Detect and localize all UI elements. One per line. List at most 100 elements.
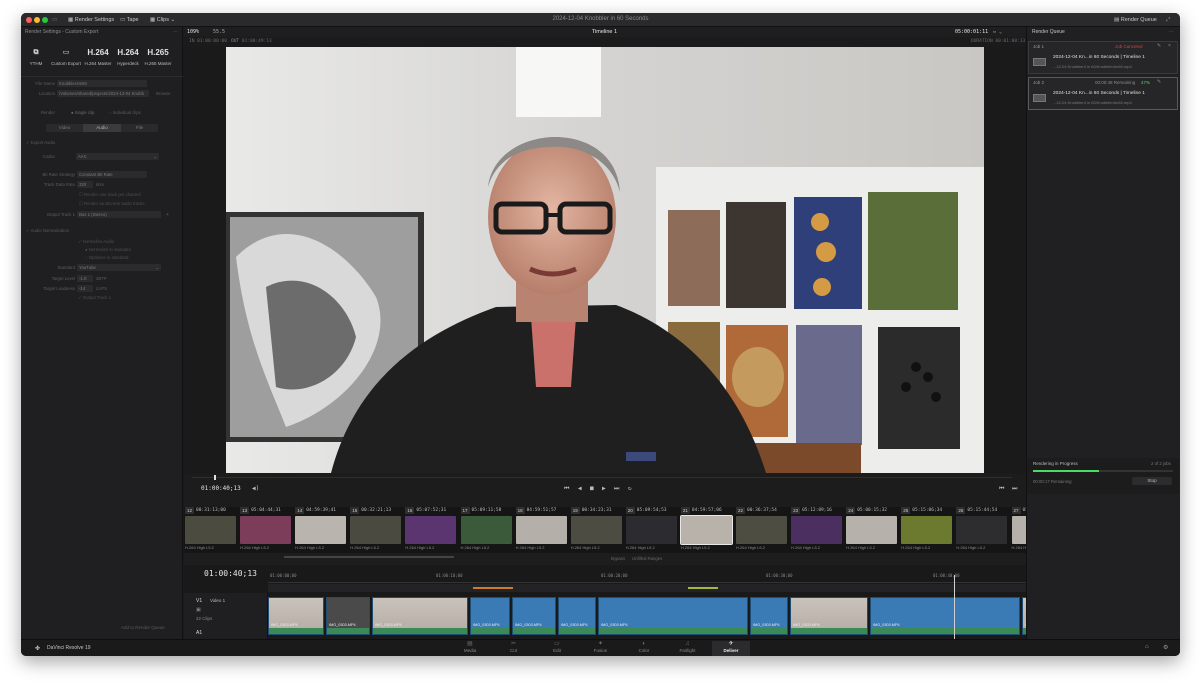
page-tab-color[interactable]: ◐ Color [625,641,663,656]
edit-icon[interactable]: ✎ [1157,79,1161,85]
clip-thumbnail-image [625,516,677,544]
clip-thumbnail[interactable]: 13 05:04:44;31 H.264 High L5.2 [239,507,294,553]
loop-icon[interactable]: ↻ [628,485,632,492]
clip-thumbnail[interactable]: 26 05:15:44;54 H.264 High L5.2 [955,507,1010,553]
scrubber-playhead[interactable] [214,475,216,480]
render-job-2[interactable]: Job 2 00:00:48 Remaining 47% ✎ 2024-12-0… [1028,77,1178,110]
clip-thumbnail[interactable]: 17 05:09:11;58 H.264 High L5.2 [460,507,515,553]
stop-render-button[interactable]: Stop [1132,477,1172,485]
add-to-render-queue-button[interactable]: Add to Render Queue [121,625,165,630]
page-tab-media[interactable]: ▤ Media [451,641,489,656]
clip-thumbnail[interactable]: 24 05:00:15;32 H.264 High L5.2 [845,507,900,553]
clip-thumbnail[interactable]: 18 04:59:51;57 H.264 High L5.2 [515,507,570,553]
audio-waveform [871,628,1019,634]
output-track-select[interactable]: Bus 1 (Stereo) [77,211,161,218]
individual-clips-radio[interactable]: ○ Individual clips [109,109,141,117]
play-reverse-icon[interactable]: ◀ [578,485,582,492]
lock-icon[interactable]: ▣ [196,607,201,613]
play-icon[interactable]: ▶ [602,485,606,492]
page-tab-deliver[interactable]: ✈ Deliver [712,641,750,656]
page-tab-fairlight[interactable]: ♫ Fairlight [669,641,707,656]
timeline-clip[interactable]: IMG_0303.MP4 [512,597,556,635]
clip-thumbnail[interactable]: 15 00:32:21;13 H.264 High L5.2 [349,507,404,553]
viewer-options-icon[interactable]: ▭ ⌄ [993,29,1002,35]
viewer-timeline-name[interactable]: Timeline 1 [183,29,1026,35]
timeline-playhead[interactable] [954,575,955,639]
page-tab-fusion[interactable]: ✦ Fusion [582,641,620,656]
scrubber-track[interactable] [192,477,1012,478]
page-tab-edit[interactable]: ▭ Edit [538,641,576,656]
render-job-1[interactable]: Job 1 Job Canceled ✎ × 2024-12-04 Kn...i… [1028,41,1178,74]
export-audio-checkbox[interactable]: ✓ Export Audio [26,140,55,146]
clip-thumbnail[interactable]: 23 05:12:09;16 H.264 High L5.2 [790,507,845,553]
tab-file[interactable]: File [121,124,158,132]
progress-bar [1033,470,1173,472]
home-icon[interactable]: ⌂ [1145,644,1149,650]
codec-select[interactable]: AAC ⌄ [76,153,159,160]
render-discrete-audio-checkbox[interactable]: ☐ Render as discrete audio tracks [79,201,144,207]
clip-thumbnail[interactable]: 21 04:59:57;06 H.264 High L5.2 [679,507,735,553]
next-frame-icon[interactable]: ⏭ [1012,485,1017,493]
video-preview[interactable] [226,47,984,473]
clip-thumbnail[interactable]: 19 00:34:23;31 H.264 High L5.2 [570,507,625,553]
timeline-clip[interactable]: IMG_0303.MP4 [268,597,324,635]
optimize-to-standard-radio[interactable]: ○ Optimize to standard [85,255,128,260]
timeline-clip[interactable]: IMG_0303.MP4 [326,597,370,635]
tab-video[interactable]: Video [46,124,83,132]
clip-thumbnail[interactable]: 12 00:31:13;00 H.264 High L5.2 [184,507,239,553]
preset-h265-master[interactable]: H.265 H.265 Master [143,47,173,66]
clip-thumbnail[interactable]: 20 05:09:54;53 H.264 High L5.2 [625,507,680,553]
close-icon[interactable]: × [1168,43,1171,49]
preset-custom-export[interactable]: ▭ Custom Export [51,47,81,66]
edit-icon[interactable]: ✎ [1157,43,1161,49]
preset-youtube[interactable]: ⧉ YTHM [21,47,51,66]
fullscreen-icon[interactable]: ⤢ [1166,16,1170,24]
prev-frame-icon[interactable]: ⏮ [999,485,1004,493]
bypass-label[interactable]: Bypass [611,556,625,561]
bit-rate-select[interactable]: Constant Bit Rate [77,171,147,178]
skip-start-icon[interactable]: ⏮ [564,485,569,493]
clip-timecode: 05:00:15;32 [857,508,887,513]
location-input[interactable]: /Volumes/shared/projects/2024-12-04 Knob… [57,90,149,97]
stop-icon[interactable]: ■ [590,485,594,492]
target-loudness-input[interactable]: -14 [77,285,93,292]
page-tab-cut[interactable]: ✂ Cut [495,641,533,656]
preset-hyperdeck[interactable]: H.264 Hyperdeck [113,47,143,66]
single-clip-radio[interactable]: ● Single clip [71,109,94,117]
filename-input[interactable]: Knobbler4m60 [57,80,147,87]
timeline-clip[interactable]: IMG_0303.MP4 [372,597,468,635]
speaker-icon[interactable]: ◀) [252,485,259,492]
timeline-clip[interactable]: IMG_0303.MP4 [750,597,788,635]
clip-thumbnail[interactable]: 16 05:07:52;31 H.264 High L5.2 [404,507,459,553]
normalize-audio-checkbox[interactable]: ✓ Normalize Audio [78,239,114,245]
preset-h264-master[interactable]: H.264 H.264 Master [83,47,113,66]
timeline-clip[interactable]: IMG_0303.MP4 [790,597,868,635]
timeline-clip[interactable]: IMG_0303.MP4 [870,597,1020,635]
timeline-clip[interactable]: IMG_0303.MP4 [470,597,510,635]
standard-select[interactable]: YouTube ⌄ [77,264,161,271]
browse-button[interactable]: Browse [156,90,170,98]
clip-thumbnail[interactable]: 22 00:36:37;54 H.264 High L5.2 [735,507,790,553]
clip-timecode: 05:04:44;31 [251,508,281,513]
track-header-v1[interactable]: V1 Video 1 ▣ 22 Clips A1 [184,593,268,639]
clip-thumbnail[interactable]: 25 05:15:06;34 H.264 High L5.2 [900,507,955,553]
render-queue-toggle[interactable]: ▤ Render Queue [1114,16,1157,24]
timeline-clip[interactable]: IMG_0303.MP4 [598,597,748,635]
tab-audio[interactable]: Audio [83,124,121,132]
normalize-to-standard-radio[interactable]: ● Normalize to standard [85,247,131,252]
target-level-input[interactable]: -1.0 [77,275,93,282]
clip-thumbnail[interactable]: 14 04:59:39;41 H.264 High L5.2 [294,507,349,553]
out-text: OUT [231,39,240,44]
add-track-icon[interactable]: + [166,211,169,219]
output-track-1-checkbox[interactable]: ✓ Output Track 1 [78,295,111,301]
gear-icon[interactable]: ⚙ [1163,644,1168,651]
unfilled-ranges-select[interactable]: Unfilled Ranges [632,556,662,561]
track-data-input[interactable]: 320 [77,181,93,188]
more-options-icon[interactable]: ⋯ [1169,28,1174,37]
skip-end-icon[interactable]: ⏭ [614,485,619,493]
audio-normalization-checkbox[interactable]: ✓ Audio Normalization [26,228,69,234]
more-options-icon[interactable]: ⋯ [173,28,178,37]
strip-scrollbar[interactable] [284,556,454,558]
render-track-per-channel-checkbox[interactable]: ☐ Render one track per channel [79,192,141,198]
timeline-clip[interactable]: IMG_0303.MP4 [558,597,596,635]
